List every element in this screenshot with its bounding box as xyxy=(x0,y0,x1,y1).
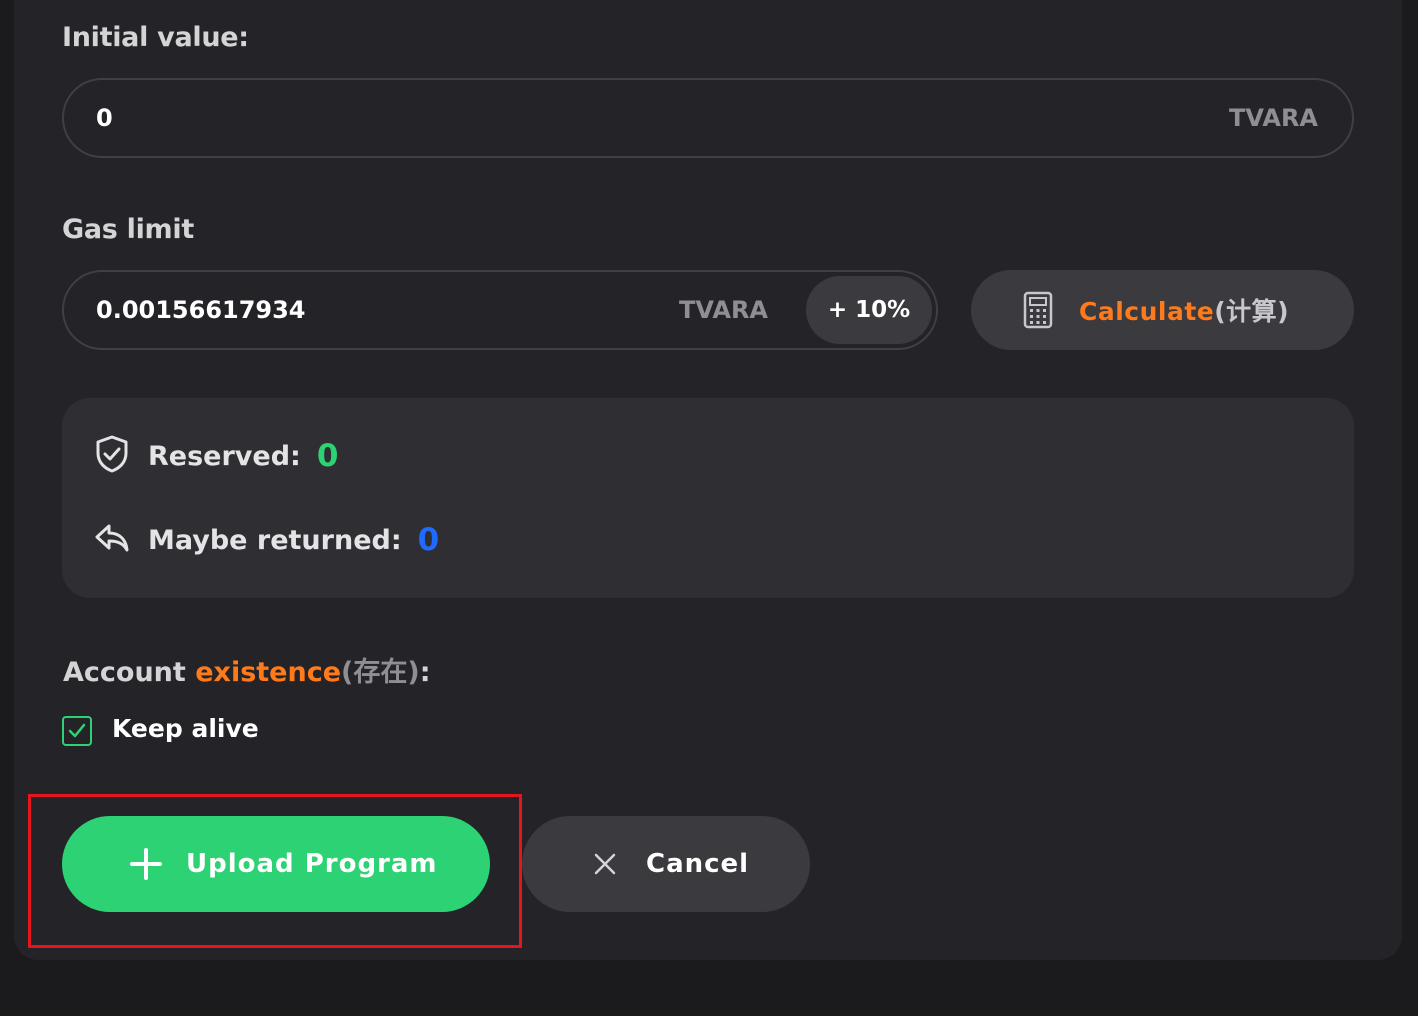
maybe-returned-value: 0 xyxy=(417,522,440,558)
keep-alive-label: Keep alive xyxy=(112,714,259,743)
reserved-label: Reserved: xyxy=(148,440,301,472)
increase-10-percent-button[interactable]: + 10% xyxy=(806,276,932,344)
gas-limit-input[interactable]: 0.00156617934 TVARA + 10% xyxy=(62,270,938,350)
calculate-gas-button[interactable]: Calculate(计算) xyxy=(971,270,1354,350)
initial-value-unit: TVARA xyxy=(1229,104,1318,132)
initial-value-text: 0 xyxy=(96,104,113,132)
cancel-label: Cancel xyxy=(646,849,750,879)
keep-alive-checkbox[interactable] xyxy=(62,716,92,746)
cancel-button[interactable]: Cancel xyxy=(522,816,810,912)
reserved-row: Reserved: 0 xyxy=(94,434,339,478)
shield-check-icon xyxy=(94,434,130,478)
calculator-icon xyxy=(1023,291,1053,333)
maybe-returned-row: Maybe returned: 0 xyxy=(94,520,439,560)
close-icon xyxy=(594,853,616,879)
maybe-returned-label: Maybe returned: xyxy=(148,524,402,556)
gas-limit-value: 0.00156617934 xyxy=(96,296,306,324)
reserved-value: 0 xyxy=(316,438,339,474)
checkmark-icon xyxy=(68,723,86,738)
gas-limit-label: Gas limit xyxy=(62,214,194,245)
initial-value-label: Initial value: xyxy=(62,22,249,53)
gas-limit-unit: TVARA xyxy=(679,296,768,324)
account-existence-label: Account existence(存在): xyxy=(63,657,431,688)
gas-info-box: Reserved: 0 Maybe returned: 0 xyxy=(62,398,1354,598)
upload-button-highlight-frame xyxy=(28,794,522,948)
initial-value-input[interactable]: 0 TVARA xyxy=(62,78,1354,158)
calculate-button-label: Calculate(计算) xyxy=(1079,297,1290,326)
return-arrow-icon xyxy=(94,522,130,558)
